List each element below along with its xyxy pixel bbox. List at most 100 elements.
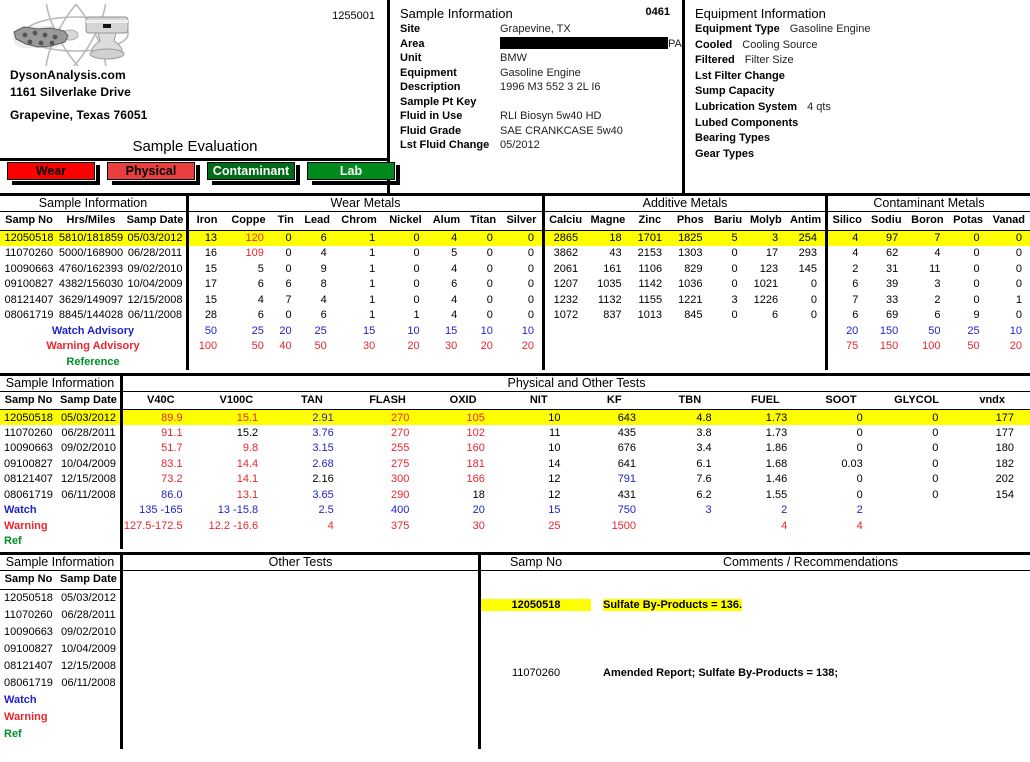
- additive-cell: 1226: [753, 293, 779, 306]
- wear-cell: 0: [527, 309, 534, 322]
- sample-cell: 09/02/2010: [60, 442, 116, 455]
- wear-cell: 0: [465, 230, 501, 246]
- metals-tables: Samp No Hrs/Miles Samp Date 12050518 5810/18…: [0, 212, 1030, 370]
- evaluation-button-lab[interactable]: Lab: [307, 162, 400, 185]
- additive-cell: 0: [731, 262, 738, 275]
- evaluation-button-physical[interactable]: Physical: [107, 162, 200, 185]
- wear-cell: 1: [334, 230, 384, 246]
- sample-info-value: SAE CRANKCASE 5w40: [500, 124, 623, 137]
- table-row: 15 5 0 9 1 0 4 0 0: [189, 261, 542, 277]
- evaluation-button-contaminant[interactable]: Contaminant: [207, 162, 300, 185]
- additive-cell: 2865: [545, 230, 587, 246]
- evaluation-button-wear[interactable]: Wear: [7, 162, 100, 185]
- wear-column-header: Iron: [196, 214, 218, 226]
- company-address-1: 1161 Silverlake Drive: [10, 85, 131, 99]
- physical-advisory-cell: [879, 503, 955, 519]
- advisory-row: Warning Advisory: [0, 339, 186, 355]
- table-row: 13 120 0 6 1 0 4 0 0: [189, 230, 542, 246]
- additive-cell: 1036: [678, 278, 703, 291]
- contaminant-cell: 0: [987, 230, 1030, 246]
- table-row: 15 4 7 4 1 0 4 0 0: [189, 292, 542, 308]
- comment-row: 11070260 Amended Report; Sulfate By-Produ…: [481, 667, 1030, 679]
- physical-cell: 3.4: [696, 442, 712, 455]
- additive-cell: 17: [765, 247, 779, 260]
- wear-advisory-cell: 10: [407, 324, 420, 337]
- wear-advisory-cell: [383, 354, 427, 370]
- sample-info-value: Gasoline Engine: [500, 66, 581, 79]
- additive-cell: 3862: [553, 247, 579, 260]
- physical-column-header: SOOT: [825, 393, 857, 406]
- sample-info-label: Sample Pt Key: [400, 95, 477, 108]
- wear-cell: 15: [204, 262, 218, 275]
- physical-cell: 0: [856, 442, 863, 455]
- sample-info-value: 1996 M3 552 3 2L I6: [500, 81, 601, 93]
- wear-cell: 1: [413, 309, 420, 322]
- advisory-row: [545, 339, 825, 355]
- sample-cell: 09100827: [4, 278, 54, 291]
- additive-cell: 837: [603, 309, 622, 322]
- sample-cell: 12/15/2008: [127, 293, 183, 306]
- sample-info-label: Equipment: [400, 66, 457, 79]
- comments-samp-no-header: Samp No: [509, 555, 563, 569]
- wear-column-header: Lead: [304, 214, 331, 226]
- wear-cell: 0: [271, 230, 300, 246]
- wear-advisory-cell: 20: [521, 340, 534, 353]
- physical-cell: 86.0: [161, 488, 183, 501]
- wear-advisory-cell: 50: [251, 340, 264, 353]
- sample-cell: 11070260: [4, 426, 53, 439]
- wear-advisory-cell: 30: [445, 340, 458, 353]
- physical-sample-column-header: Samp No: [4, 393, 53, 406]
- additive-advisory-cell: [746, 354, 786, 370]
- additive-advisory-cell: [711, 323, 746, 339]
- other-tests-section: Sample Information Other Tests Samp No C…: [0, 552, 1030, 749]
- advisory-label: Warning: [4, 710, 48, 723]
- advisory-row: Reference: [0, 354, 186, 370]
- company-logo-icon: [8, 0, 148, 81]
- wear-advisory-cell: [335, 354, 384, 370]
- additive-cell: 5: [710, 230, 746, 246]
- wear-cell: 7: [285, 293, 292, 306]
- wear-cell: 8: [320, 278, 327, 291]
- table-row: 3862 43 2153 1303 0 17 293: [545, 246, 825, 262]
- contaminant-cell: 97: [866, 230, 907, 246]
- sample-info-row: Area PA: [400, 36, 682, 52]
- wear-cell: 6: [257, 309, 264, 322]
- advisory-label: Reference: [66, 355, 120, 368]
- sample-info-row: Fluid in Use RLI Biosyn 5w40 HD: [400, 109, 682, 124]
- contaminant-cell: 2: [852, 262, 859, 275]
- physical-cell: 431: [617, 488, 637, 501]
- table-row: 08121407 3629/149097 12/15/2008: [0, 292, 186, 308]
- contaminant-cell: 7: [906, 230, 949, 246]
- wear-metals-table: Iron Coppe Tin Lead Chrom Nickel Alum Titan Silv…: [186, 212, 542, 370]
- equipment-info-label: Bearing Types: [695, 132, 770, 145]
- other-sample-column-header: Samp Date: [60, 573, 117, 585]
- metals-section: Sample Information Wear Metals Additive …: [0, 193, 1030, 370]
- wear-advisory-cell: [465, 354, 501, 370]
- advisory-row: Warning: [0, 518, 120, 534]
- additive-advisory-cell: [545, 354, 586, 370]
- physical-cell: 177: [954, 409, 1030, 425]
- physical-cell: 10: [548, 442, 561, 455]
- equipment-info-label: Filtered: [695, 54, 735, 67]
- physical-cell: 2.68: [312, 457, 334, 470]
- advisory-row: Ref: [0, 725, 120, 742]
- evaluation-divider: [0, 158, 387, 161]
- wear-cell: 6: [285, 278, 292, 291]
- additive-cell: 1021: [753, 278, 779, 291]
- additive-cell: 254: [786, 230, 825, 246]
- sample-cell: 05/03/2012: [56, 409, 120, 425]
- wear-cell: 5: [451, 247, 458, 260]
- contaminant-advisory-cell: 50: [928, 324, 941, 337]
- sample-information-fields: Site Grapevine, TX Area PA Unit BMW Equipment G…: [400, 22, 682, 153]
- comment-samp-no: 11070260: [511, 667, 561, 679]
- wear-advisory-cell: 20: [407, 340, 420, 353]
- table-row: 51.7 9.8 3.15 255 160 10 676 3.4 1.86 0 0 180: [123, 441, 1030, 457]
- physical-advisory-cell: [954, 518, 1030, 534]
- physical-cell: 202: [995, 473, 1014, 486]
- table-row: 6 69 6 9 0: [828, 308, 1030, 324]
- additive-cell: 1035: [597, 278, 622, 291]
- other-tests-body: [120, 571, 478, 749]
- table-row: 08061719 06/11/2008: [0, 674, 120, 691]
- company-panel: DysonAnalysis.com 1161 Silverlake Drive …: [0, 0, 400, 193]
- additive-advisory-cell: [786, 339, 825, 355]
